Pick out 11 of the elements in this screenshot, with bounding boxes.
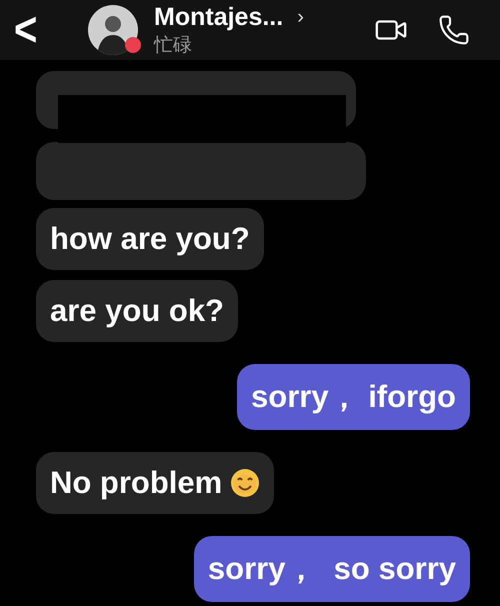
sent-message: sorry， iforgo (237, 364, 470, 430)
contact-name[interactable]: Montajes... (154, 2, 284, 32)
avatar[interactable] (88, 5, 138, 55)
chevron[interactable]: › (297, 6, 304, 28)
sent-message: sorry， so sorry (194, 536, 470, 602)
phone-call-icon[interactable] (438, 14, 470, 46)
received-message: No problem (36, 452, 274, 514)
contact-status: 忙碌 (154, 34, 193, 58)
received-message: are you ok? (36, 280, 238, 342)
received-message: how are you? (36, 208, 264, 270)
back-button[interactable]: < (14, 6, 74, 54)
